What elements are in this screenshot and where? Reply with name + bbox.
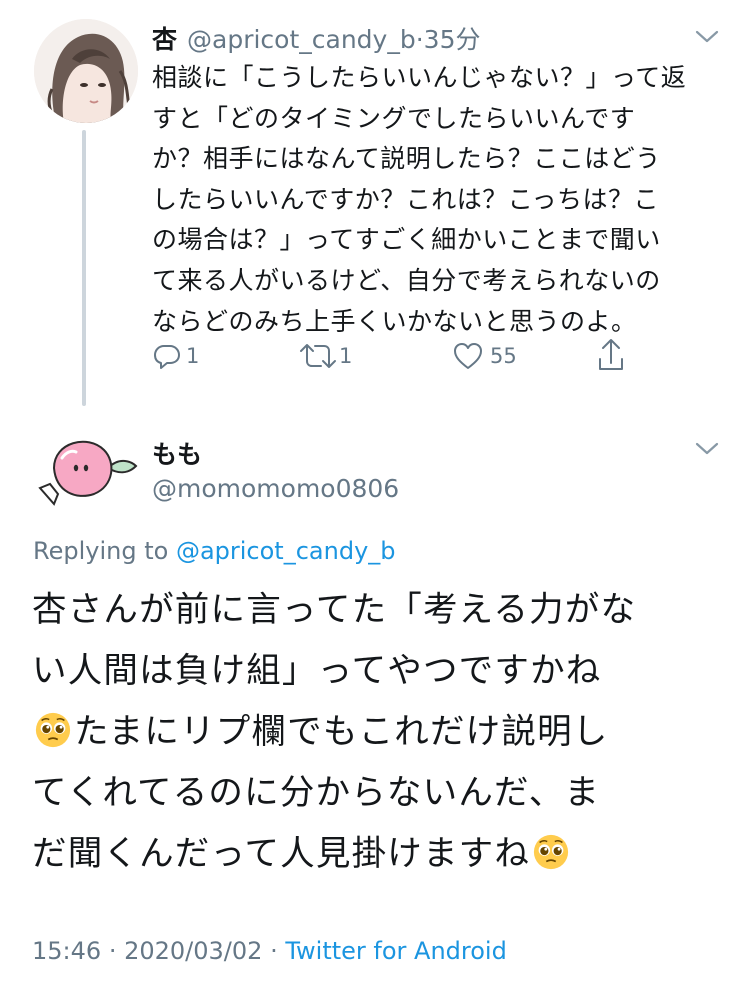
main-more-button[interactable] — [693, 438, 721, 458]
parent-display-name[interactable]: 杏 — [152, 20, 177, 56]
tweet-source-link[interactable]: Twitter for Android — [285, 937, 506, 965]
meta-separator: · — [270, 937, 278, 965]
reply-count: 1 — [186, 344, 200, 368]
parent-avatar[interactable] — [34, 19, 138, 123]
main-text-line: 杏さんが前に言ってた「考える力がな — [32, 590, 637, 630]
share-icon — [599, 339, 623, 370]
reply-button[interactable]: 1 — [152, 338, 199, 374]
main-text-line: だ聞くんだって人見掛けますね — [32, 824, 722, 885]
replying-to-handle-link[interactable]: @apricot_candy_b — [176, 537, 396, 565]
parent-text-line: て来る人がいるけど、自分で考えられないの — [152, 265, 661, 295]
parent-text-line: すと「どのタイミングでしたらいいんです — [152, 103, 636, 133]
parent-handle[interactable]: @apricot_candy_b — [187, 25, 416, 54]
like-button[interactable]: 55 — [452, 338, 517, 374]
parent-text-line: か？相手にはなんて説明したら？ここはどう — [152, 144, 661, 174]
main-text-line: たまにリプ欄でもこれだけ説明し — [32, 702, 722, 763]
parent-text-line: ならどのみち上手くいかないと思うのよ。 — [152, 306, 637, 336]
tweet-meta: 15:46 · 2020/03/02 · Twitter for Android — [32, 937, 507, 965]
pleading-face-emoji — [533, 834, 569, 870]
parent-header-separator: · — [415, 25, 424, 54]
parent-more-button[interactable] — [693, 26, 721, 46]
heart-icon — [454, 343, 482, 369]
retweet-button[interactable]: 1 — [299, 338, 352, 374]
main-text-line: てくれてるのに分からないんだ、ま — [32, 773, 601, 813]
retweet-icon — [300, 344, 336, 368]
replying-to-line: Replying to @apricot_candy_b — [33, 537, 396, 565]
replying-to-label: Replying to — [33, 537, 169, 565]
retweet-count: 1 — [339, 344, 353, 368]
reply-icon — [154, 345, 180, 369]
tweet-time[interactable]: 15:46 — [32, 937, 101, 965]
main-display-name[interactable]: もも — [152, 435, 202, 471]
main-tweet-text: 杏さんが前に言ってた「考える力がな い人間は負け組」ってやつですかね たまにリプ… — [32, 580, 722, 885]
like-count: 55 — [490, 344, 517, 368]
meta-separator: · — [108, 937, 117, 965]
main-text-line-part: だ聞くんだって人見掛けますね — [32, 834, 531, 874]
parent-text-line: 相談に「こうしたらいいんじゃない？」って返 — [152, 63, 687, 92]
chevron-down-icon — [695, 442, 719, 455]
main-avatar[interactable] — [32, 428, 142, 508]
peach-illustration — [38, 440, 138, 506]
thread-connector-line — [82, 130, 86, 406]
parent-tweet-text: 相談に「こうしたらいいんじゃない？」って返 すと「どのタイミングでしたらいいんで… — [152, 58, 722, 342]
main-handle[interactable]: @momomomo0806 — [152, 474, 399, 503]
parent-time[interactable]: 35分 — [424, 20, 481, 56]
share-button[interactable] — [596, 335, 626, 375]
woman-portrait-illustration — [34, 19, 138, 123]
pleading-face-emoji — [35, 712, 71, 748]
parent-text-line: したらいいんですか？これは？こっちは？こ — [152, 184, 660, 214]
chevron-down-icon — [695, 30, 719, 43]
parent-text-line: の場合は？」ってすごく細かいことまで聞い — [152, 225, 661, 255]
tweet-date[interactable]: 2020/03/02 — [124, 937, 262, 965]
main-text-line-part: たまにリプ欄でもこれだけ説明し — [74, 712, 609, 752]
main-text-line: い人間は負け組」ってやつですかね — [32, 651, 602, 691]
parent-tweet-header: 杏 @apricot_candy_b · 35分 — [152, 20, 480, 54]
